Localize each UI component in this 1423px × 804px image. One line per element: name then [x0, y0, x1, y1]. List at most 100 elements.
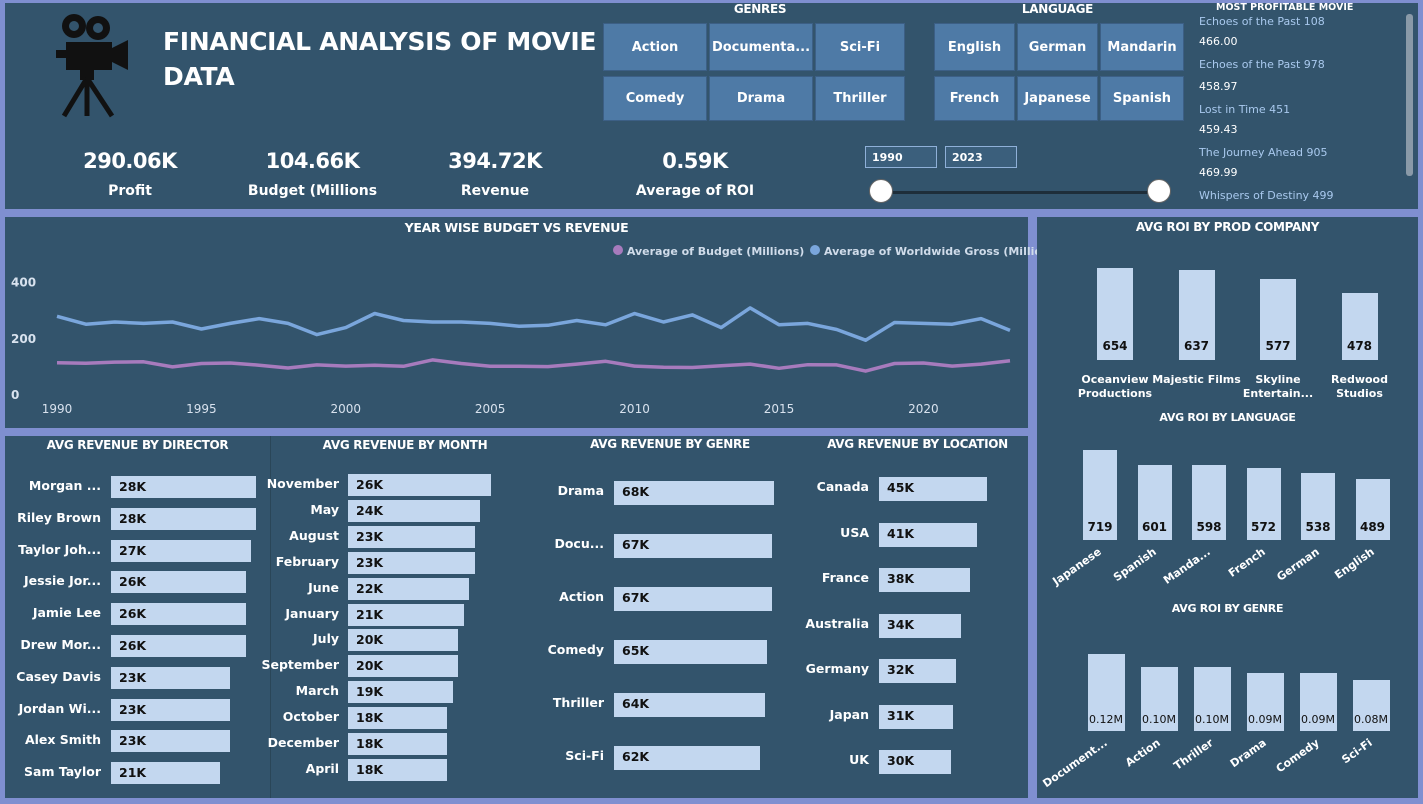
year-end-input[interactable]: 2023 — [945, 146, 1017, 168]
bar-value-label: 20K — [356, 632, 384, 648]
genre-button-comedy[interactable]: Comedy — [603, 76, 707, 121]
x-tick-label: 2005 — [475, 402, 506, 416]
category-label: Jordan Wi... — [18, 700, 101, 716]
bar-value-label: 65K — [622, 643, 650, 658]
category-label: UK — [849, 752, 869, 767]
movie-name: Echoes of the Past 978 — [1199, 58, 1325, 71]
bar-value-label: 23K — [356, 528, 384, 544]
category-label: Jessie Jor... — [24, 573, 101, 589]
dashboard-title-line1: FINANCIAL ANALYSIS OF MOVIE — [163, 27, 597, 56]
genre-button-drama[interactable]: Drama — [709, 76, 813, 121]
bar-value-label: 67K — [622, 590, 650, 605]
bar-value-label: 601 — [1141, 520, 1168, 534]
language-button-japanese[interactable]: Japanese — [1017, 76, 1098, 121]
bar-value-label: 478 — [1346, 339, 1373, 353]
x-tick-label: 2010 — [619, 402, 650, 416]
y-tick-label: 200 — [11, 332, 36, 346]
bar-value-label: 0.08M — [1354, 713, 1388, 726]
bar-value-label: 598 — [1196, 520, 1222, 534]
roi-language-title: AVG ROI BY LANGUAGE — [1159, 411, 1296, 424]
category-label: September — [261, 657, 340, 673]
bar-value-label: 62K — [622, 749, 650, 764]
language-button-spanish[interactable]: Spanish — [1100, 76, 1184, 121]
category-label: Riley Brown — [17, 509, 101, 525]
bar-value-label: 38K — [887, 571, 915, 586]
category-label: Action — [559, 589, 604, 604]
roi-prod-company-title: AVG ROI BY PROD COMPANY — [1135, 220, 1320, 234]
category-label: Majestic Films — [1152, 373, 1241, 386]
language-slicer-title: LANGUAGE — [1021, 2, 1094, 16]
bar-value-label: 20K — [356, 658, 384, 674]
genre-button-scifi[interactable]: Sci-Fi — [815, 23, 905, 71]
category-label: March — [295, 683, 339, 699]
category-label: Australia — [805, 615, 869, 631]
bar-value-label: 489 — [1359, 520, 1386, 534]
movie-profit: 459.43 — [1199, 123, 1238, 136]
movie-name: Lost in Time 451 — [1199, 103, 1291, 116]
category-label: January — [285, 605, 339, 621]
category-label: Docu... — [554, 536, 604, 551]
bar-value-label: 19K — [356, 684, 384, 700]
bar-value-label: 18K — [356, 761, 384, 777]
category-label: Canada — [816, 479, 869, 494]
language-button-german[interactable]: German — [1017, 23, 1098, 71]
bar-value-label: 67K — [622, 537, 650, 552]
kpi-revenue-label: Revenue — [460, 183, 530, 199]
x-tick-label: 2015 — [764, 402, 795, 416]
language-button-mandarin[interactable]: Mandarin — [1100, 23, 1184, 71]
location-chart-title: AVG REVENUE BY LOCATION — [827, 437, 1008, 451]
most-profitable-scrollbar[interactable] — [1406, 14, 1413, 176]
bar-value-label: 32K — [887, 662, 915, 677]
category-label: Japan — [829, 706, 869, 722]
movie-name: The Journey Ahead 905 — [1199, 146, 1328, 159]
genre-revenue-chart-title: AVG REVENUE BY GENRE — [590, 437, 750, 451]
budget-series-line — [56, 358, 1011, 373]
bar-value-label: 24K — [356, 502, 384, 518]
movie-camera-icon — [52, 12, 132, 120]
genre-button-action[interactable]: Action — [603, 23, 707, 71]
category-label: December — [267, 735, 339, 750]
director-chart-title: AVG REVENUE BY DIRECTOR — [46, 438, 229, 452]
bar-value-label: 654 — [1102, 339, 1128, 353]
dashboard-title: FINANCIAL ANALYSIS OF MOVIE DATA — [163, 24, 596, 94]
category-label: France — [821, 570, 869, 585]
bar-value-label: 22K — [356, 580, 384, 596]
genre-button-documentary[interactable]: Documenta... — [709, 23, 813, 71]
bar-value-label: 18K — [356, 710, 384, 726]
bar-value-label: 719 — [1087, 520, 1113, 534]
movie-profit: 458.97 — [1199, 80, 1238, 93]
roi-genre-title: AVG ROI BY GENRE — [1171, 602, 1284, 615]
kpi-revenue-value: 394.72K — [448, 149, 542, 173]
category-label: Comedy — [547, 642, 604, 657]
bar-value-label: 31K — [887, 707, 915, 723]
category-label: Drew Mor... — [20, 637, 101, 652]
x-tick-label: 1990 — [42, 402, 73, 416]
category-label: Sam Taylor — [24, 764, 101, 780]
category-label: May — [310, 501, 339, 517]
year-slider-start-handle[interactable] — [869, 179, 893, 203]
year-slider-end-handle[interactable] — [1147, 179, 1171, 203]
language-button-french[interactable]: French — [934, 76, 1015, 121]
category-label: Oceanview Productions — [1077, 373, 1153, 400]
bar-value-label: 64K — [622, 696, 650, 711]
kpi-budget-value: 104.66K — [265, 149, 360, 173]
language-button-english[interactable]: English — [934, 23, 1015, 71]
year-slider-track[interactable] — [882, 191, 1160, 194]
category-label: Taylor Joh... — [18, 541, 101, 557]
bar-value-label: 577 — [1265, 339, 1291, 353]
category-label: June — [308, 579, 339, 595]
bar-value-label: 0.10M — [1142, 713, 1176, 726]
bar-value-label: 41K — [887, 525, 915, 541]
category-label: November — [266, 476, 339, 491]
category-label: Jamie Lee — [32, 605, 101, 621]
gross-series-line — [56, 306, 1011, 342]
bar-value-label: 45K — [887, 480, 915, 495]
category-label: Skyline Entertain... — [1242, 373, 1314, 400]
year-start-input[interactable]: 1990 — [865, 146, 937, 168]
bar-value-label: 0.09M — [1248, 713, 1282, 726]
category-label: Redwood Studios — [1331, 373, 1388, 400]
month-chart-title: AVG REVENUE BY MONTH — [322, 438, 488, 452]
bar-value-label: 26K — [356, 477, 384, 492]
genre-button-thriller[interactable]: Thriller — [815, 76, 905, 121]
most-profitable-list[interactable]: Echoes of the Past 108 466.00 Echoes of … — [1196, 12, 1406, 207]
